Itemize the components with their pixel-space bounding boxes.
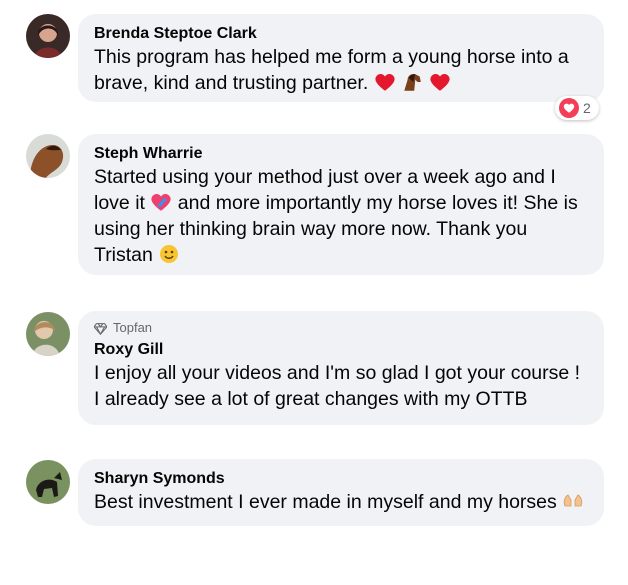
comment-author[interactable]: Sharyn Symonds xyxy=(94,469,588,489)
avatar[interactable] xyxy=(26,460,70,504)
smiling-face-icon xyxy=(158,244,180,264)
sparkling-heart-icon xyxy=(150,192,172,212)
raised-hands-icon xyxy=(562,491,584,511)
top-fan-badge: Topfan xyxy=(94,320,588,336)
reaction-count[interactable]: 2 xyxy=(555,96,599,120)
comment-bubble: Sharyn Symonds Best investment I ever ma… xyxy=(78,459,604,526)
avatar-sharyn-icon xyxy=(26,460,70,504)
comment-text: This program has helped me form a young … xyxy=(94,46,569,94)
comment-text: I enjoy all your videos and I'm so glad … xyxy=(94,362,581,410)
avatar[interactable] xyxy=(26,134,70,178)
avatar-steph-icon xyxy=(26,134,70,178)
avatar-brenda-icon xyxy=(26,14,70,58)
comment-text: Started using your method just over a we… xyxy=(94,166,578,266)
heart-icon xyxy=(559,98,579,118)
heart-emoji-icon xyxy=(374,72,396,92)
comment-bubble: Brenda Steptoe Clark This program has he… xyxy=(78,14,604,102)
comment-bubble: Steph Wharrie Started using your method … xyxy=(78,134,604,275)
horse-emoji-icon xyxy=(401,72,423,92)
avatar[interactable] xyxy=(26,14,70,58)
avatar[interactable] xyxy=(26,312,70,356)
comment-bubble: Topfan Roxy Gill I enjoy all your videos… xyxy=(78,311,604,425)
comment-author[interactable]: Steph Wharrie xyxy=(94,144,588,164)
diamond-icon xyxy=(94,322,107,335)
comment-author[interactable]: Brenda Steptoe Clark xyxy=(94,24,588,44)
comment-text: Best investment I ever made in myself an… xyxy=(94,489,588,515)
avatar-roxy-icon xyxy=(26,312,70,356)
comment-author[interactable]: Roxy Gill xyxy=(94,340,588,360)
heart-emoji-icon xyxy=(429,72,451,92)
